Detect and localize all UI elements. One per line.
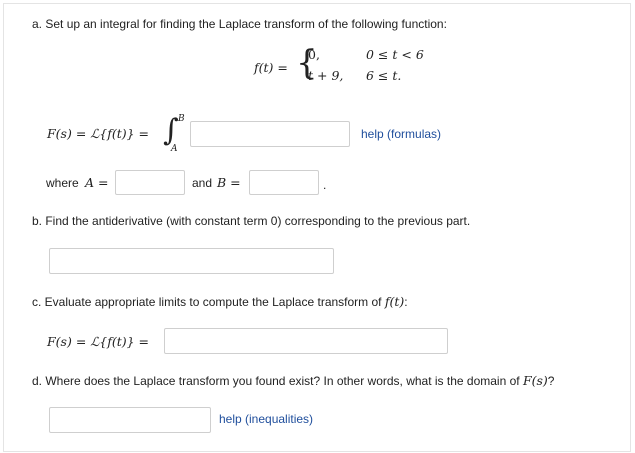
part-c-prompt-suffix: : <box>404 295 408 309</box>
b-equals-label: B = <box>217 175 241 190</box>
and-label: and <box>192 176 213 190</box>
part-b-prompt: b. Find the antiderivative (with constan… <box>32 214 471 228</box>
integral-sign: ∫ <box>163 113 179 148</box>
where-label: where <box>46 176 79 190</box>
part-d-prompt-suffix: ? <box>547 374 555 388</box>
part-d-prompt-text: d. Where does the Laplace transform you … <box>32 374 520 388</box>
part-a-prompt: a. Set up an integral for finding the La… <box>32 17 447 31</box>
laplace-lhs: F(s) = ℒ{f(t)} = <box>47 126 150 141</box>
part-c-prompt-text: c. Evaluate appropriate limits to comput… <box>32 295 382 309</box>
part-c-prompt-math: f(t) <box>384 294 405 309</box>
upper-limit-input[interactable] <box>249 170 319 195</box>
piecewise-lhs: f(t) = <box>254 60 288 75</box>
case2-condition: 6 ≤ t. <box>366 68 402 83</box>
domain-input[interactable] <box>49 407 211 433</box>
help-formulas-link[interactable]: help (formulas) <box>361 127 441 141</box>
case1-expression: 0, <box>308 47 320 62</box>
help-inequalities-link[interactable]: help (inequalities) <box>219 412 313 426</box>
integrand-input[interactable] <box>190 121 350 147</box>
lower-limit: A <box>171 144 178 154</box>
period: . <box>323 178 327 192</box>
lower-limit-input[interactable] <box>115 170 185 195</box>
laplace-result-input[interactable] <box>164 328 448 354</box>
part-d-prompt: d. Where does the Laplace transform you … <box>32 373 554 388</box>
upper-limit: B <box>178 114 185 124</box>
case1-condition: 0 ≤ t < 6 <box>366 47 424 62</box>
antiderivative-input[interactable] <box>49 248 334 274</box>
part-d-prompt-math: F(s) <box>522 373 548 388</box>
laplace-result-lhs: F(s) = ℒ{f(t)} = <box>47 334 150 349</box>
a-equals-label: A = <box>85 175 109 190</box>
case2-expression: t + 9, <box>308 68 344 83</box>
part-c-prompt: c. Evaluate appropriate limits to comput… <box>32 294 408 309</box>
